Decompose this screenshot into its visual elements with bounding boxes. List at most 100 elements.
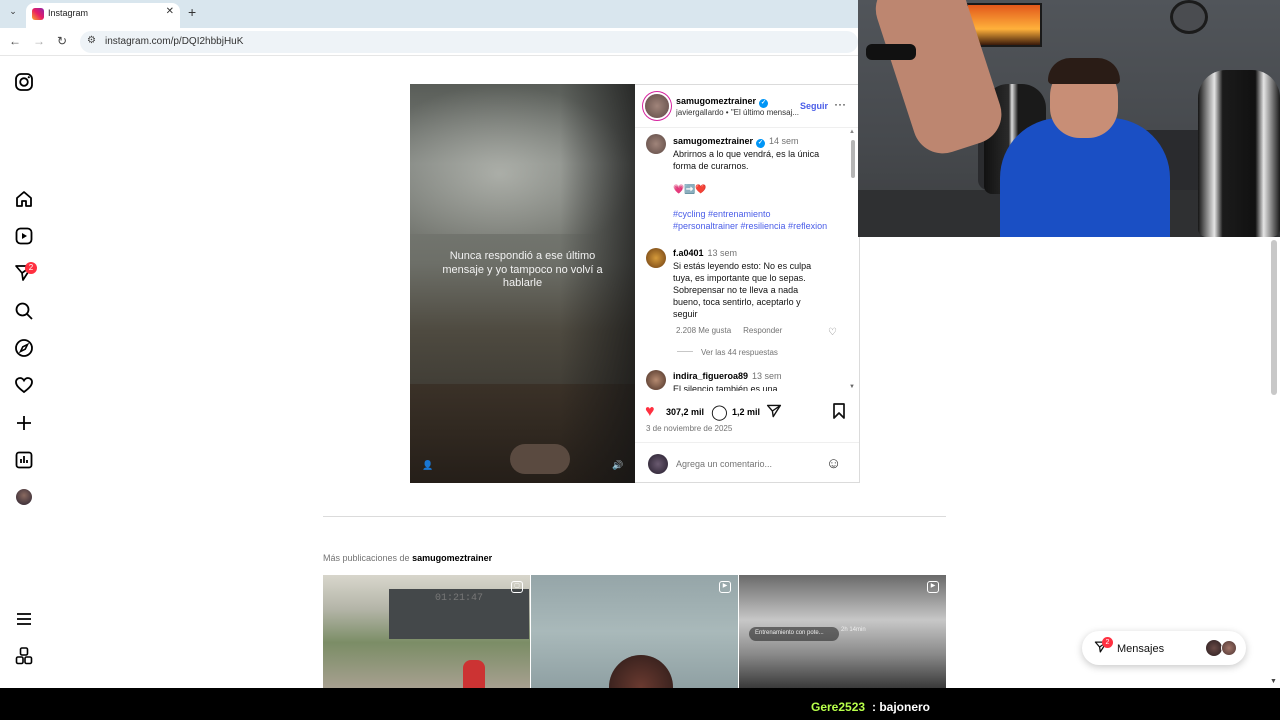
grid-post-thumbnail[interactable]: Entrenamiento con pote... 2h 14min ▶ xyxy=(739,575,946,688)
new-tab-button[interactable]: + xyxy=(188,4,196,20)
sound-toggle-icon[interactable]: 🔊 xyxy=(612,460,623,471)
stream-chat-bar: Gere2523 : bajonero xyxy=(0,688,1280,720)
author-avatar[interactable] xyxy=(645,94,669,118)
comment-username[interactable]: f.a0401 xyxy=(673,248,704,258)
grid-post-thumbnail[interactable]: ▶ xyxy=(531,575,738,688)
profile-avatar[interactable] xyxy=(16,489,32,505)
search-icon[interactable] xyxy=(14,301,34,321)
heart-notifications-icon[interactable] xyxy=(14,375,34,395)
wall-clock xyxy=(1170,0,1208,34)
comment-likes[interactable]: 2.208 Me gusta xyxy=(676,326,731,335)
comment-header: f.a0401 13 sem xyxy=(673,248,737,258)
page-scroll-down-icon[interactable]: ▼ xyxy=(1270,678,1277,685)
site-settings-icon[interactable]: ⚙ xyxy=(87,35,96,46)
more-posts-heading: Más publicaciones de samugomeztrainer xyxy=(323,553,492,563)
comment-avatar[interactable] xyxy=(646,370,666,390)
hashtags-line-2[interactable]: #personaltrainer #resiliencia #reflexion xyxy=(673,220,848,232)
comment-avatar[interactable] xyxy=(646,248,666,268)
messages-label: Mensajes xyxy=(1117,643,1165,655)
caption-time: 14 sem xyxy=(769,136,799,146)
meta-apps-icon[interactable] xyxy=(14,646,34,666)
address-toolbar: ← → ↻ ⚙ instagram.com/p/DQI2hbbjHuK xyxy=(0,28,858,56)
comment-bubble-icon[interactable]: ◯ xyxy=(711,403,728,421)
insights-chart-icon[interactable] xyxy=(14,450,34,470)
verified-badge-icon: ✓ xyxy=(756,139,766,148)
reload-icon[interactable]: ↻ xyxy=(57,34,67,48)
url-text[interactable]: instagram.com/p/DQI2hbbjHuK xyxy=(105,36,243,47)
home-icon[interactable] xyxy=(14,189,34,209)
gaming-chair xyxy=(1198,70,1280,237)
hashtags-line-1[interactable]: #cycling #entrenamiento xyxy=(673,208,848,220)
divider xyxy=(635,442,859,443)
scroll-up-arrow-icon[interactable]: ▲ xyxy=(849,129,855,135)
share-send-icon[interactable] xyxy=(766,403,782,422)
comment-like-icon[interactable]: ♡ xyxy=(828,327,837,338)
view-replies-label: Ver las 44 respuestas xyxy=(701,348,778,357)
comments-list[interactable]: samugomeztrainer ✓ 14 sem Abrirnos a lo qu… xyxy=(635,128,859,391)
carousel-icon: ▢ xyxy=(511,581,523,593)
thumbnail-chip: Entrenamiento con pote... xyxy=(749,627,839,641)
address-bar[interactable]: ⚙ instagram.com/p/DQI2hbbjHuK xyxy=(80,31,858,53)
tab-title: Instagram xyxy=(48,8,89,18)
comments-count[interactable]: 1,2 mil xyxy=(732,407,760,417)
more-posts-user[interactable]: samugomeztrainer xyxy=(412,553,492,563)
back-arrow-icon[interactable]: ← xyxy=(9,34,21,48)
comment-text: El silencio también es una xyxy=(673,384,778,391)
tab-close-icon[interactable]: ✕ xyxy=(166,6,174,17)
like-heart-icon[interactable]: ♥ xyxy=(645,403,655,421)
comment-username[interactable]: indira_figueroa89 xyxy=(673,371,748,381)
messages-button[interactable]: 2 Mensajes xyxy=(1082,631,1246,665)
post-date: 3 de noviembre de 2025 xyxy=(646,424,733,433)
reel-icon: ▶ xyxy=(719,581,731,593)
comment-header: indira_figueroa89 13 sem xyxy=(673,371,782,381)
create-plus-icon[interactable] xyxy=(14,413,34,433)
caption-emojis: 💗➡️❤️ xyxy=(673,184,707,194)
grid-post-thumbnail[interactable]: 01:21:47 ▢ xyxy=(323,575,530,688)
conversation-avatar xyxy=(1206,640,1222,656)
forward-arrow-icon[interactable]: → xyxy=(33,34,45,48)
scroll-down-arrow-icon[interactable]: ▼ xyxy=(849,384,855,390)
author-username[interactable]: samugomeztrainer xyxy=(676,96,756,106)
conversation-avatar xyxy=(1221,640,1237,656)
my-avatar xyxy=(648,454,668,474)
wristwatch xyxy=(866,44,916,60)
tagged-people-icon[interactable]: 👤 xyxy=(422,460,433,471)
more-options-icon[interactable]: ··· xyxy=(834,97,846,111)
page-scrollbar-thumb[interactable] xyxy=(1271,240,1277,395)
reply-button[interactable]: Responder xyxy=(743,326,782,335)
notification-badge: 2 xyxy=(25,262,37,274)
reel-icon: ▶ xyxy=(927,581,939,593)
caption-avatar[interactable] xyxy=(646,134,666,154)
post-actions: ♥ 307,2 mil ◯ 1,2 mil xyxy=(635,401,859,425)
browser-tab-instagram[interactable]: Instagram ✕ xyxy=(26,3,180,28)
post-video[interactable]: Nunca respondió a ese último mensaje y y… xyxy=(410,84,635,483)
messages-badge: 2 xyxy=(1102,637,1113,648)
view-replies-button[interactable]: Ver las 44 respuestas xyxy=(677,348,778,357)
instagram-logo-icon[interactable] xyxy=(14,72,34,92)
reels-icon[interactable] xyxy=(14,226,34,246)
post-audio-subtitle[interactable]: javiergallardo • "El último mensaj... xyxy=(676,108,801,117)
tab-search-icon[interactable]: ⌄ xyxy=(6,6,20,20)
comments-scroll-thumb[interactable] xyxy=(851,140,855,178)
webcam-overlay xyxy=(858,0,1280,237)
chat-username: Gere2523 xyxy=(811,700,866,714)
explore-compass-icon[interactable] xyxy=(14,338,34,358)
comment-time: 13 sem xyxy=(752,371,782,381)
caption-header: samugomeztrainer ✓ 14 sem xyxy=(673,136,799,148)
add-comment-input[interactable] xyxy=(676,459,816,469)
thumbnail-stat: 2h 14min xyxy=(841,627,866,633)
browser-tab-strip: ⌄ Instagram ✕ + xyxy=(0,0,858,28)
caption-username[interactable]: samugomeztrainer xyxy=(673,136,753,146)
comment-meta: 2.208 Me gusta Responder xyxy=(676,326,794,335)
comment-time: 13 sem xyxy=(707,248,738,258)
post-side-panel: samugomeztrainer ✓ javiergallardo • "El ú… xyxy=(635,84,860,483)
instagram-favicon-icon xyxy=(32,8,44,20)
emoji-picker-icon[interactable]: ☺ xyxy=(826,455,841,472)
menu-hamburger-icon[interactable] xyxy=(14,609,34,629)
save-bookmark-icon[interactable] xyxy=(832,403,846,422)
follow-button[interactable]: Seguir xyxy=(800,101,828,111)
likes-count[interactable]: 307,2 mil xyxy=(666,407,704,417)
timing-board: 01:21:47 xyxy=(389,589,529,639)
verified-badge-icon: ✓ xyxy=(759,99,769,108)
chat-message: : bajonero xyxy=(872,700,931,714)
